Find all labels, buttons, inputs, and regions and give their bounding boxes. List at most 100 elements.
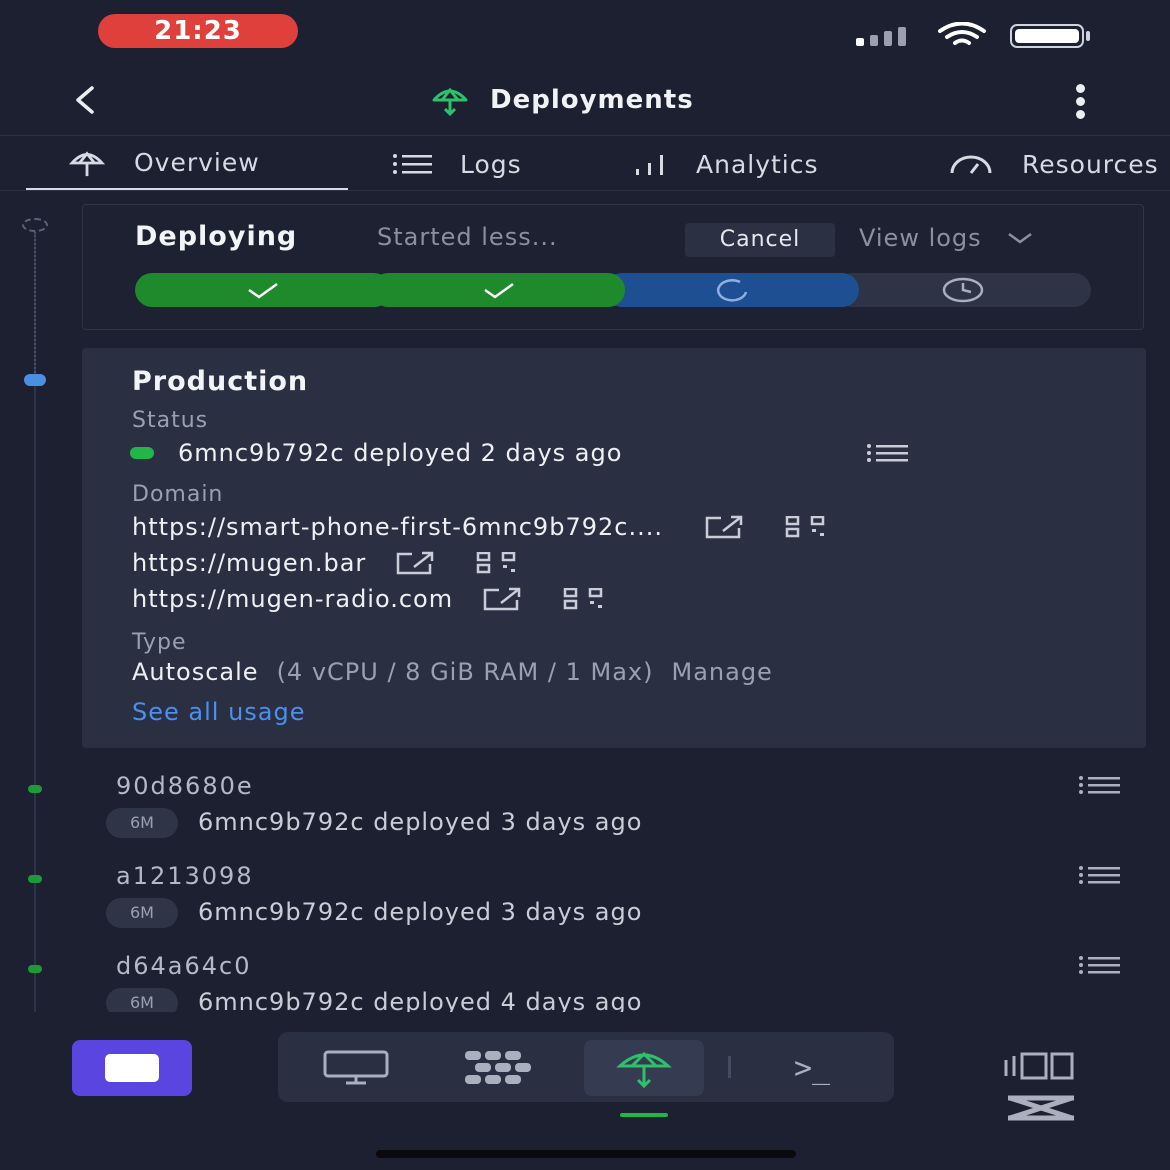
signal-icon: [856, 26, 916, 46]
status-row: 6mnc9b792c deployed 2 days ago: [130, 438, 622, 468]
view-logs-label: View logs: [859, 224, 982, 252]
window-icon: [105, 1054, 159, 1082]
timeline-pending-node: [22, 218, 48, 232]
logs-list-icon[interactable]: [1078, 776, 1120, 794]
status-label: Status: [132, 408, 209, 433]
deployment-text: 6mnc9b792c deployed 3 days ago: [198, 808, 643, 836]
progress-step-complete: [371, 273, 625, 307]
status-dot: [130, 447, 154, 459]
external-link-icon[interactable]: [394, 550, 436, 576]
qr-code-icon[interactable]: [476, 552, 518, 574]
bar-chart-icon: [636, 155, 663, 175]
spinner-icon: [716, 279, 748, 302]
domain-row: https://smart-phone-first-6mnc9b792c....: [132, 512, 827, 542]
tab-logs-label: Logs: [460, 149, 522, 179]
nav-separator: [728, 1056, 731, 1078]
timeline-current-node: [24, 374, 46, 386]
deploy-icon: [616, 1051, 672, 1088]
list-icon: [393, 154, 432, 174]
gauge-icon: [950, 155, 992, 174]
domain-link[interactable]: https://mugen.bar: [132, 549, 366, 577]
status-time: 21:23: [98, 14, 298, 48]
logs-list-icon[interactable]: [1078, 956, 1120, 974]
domain-link[interactable]: https://mugen-radio.com: [132, 585, 453, 613]
deploying-title: Deploying: [135, 221, 298, 252]
chevron-down-icon: [1007, 232, 1032, 244]
domain-row: https://mugen-radio.com: [132, 584, 605, 614]
panel-toggle-icon[interactable]: [1000, 1050, 1080, 1126]
production-card: Production Status 6mnc9b792c deployed 2 …: [82, 348, 1146, 748]
tab-resources[interactable]: Resources: [948, 137, 1159, 190]
battery-icon: [1010, 24, 1084, 48]
cancel-button[interactable]: Cancel: [685, 223, 835, 257]
deployment-history-row[interactable]: a1213098 6M 6mnc9b792c deployed 3 days a…: [82, 862, 1146, 942]
domain-label: Domain: [132, 482, 224, 507]
status-text: 6mnc9b792c deployed 2 days ago: [178, 439, 623, 467]
check-icon: [484, 282, 514, 299]
grid-icon: [465, 1051, 531, 1084]
see-all-usage-link[interactable]: See all usage: [132, 698, 306, 726]
domain-link[interactable]: https://smart-phone-first-6mnc9b792c....: [132, 513, 663, 541]
view-logs-button[interactable]: View logs: [859, 221, 1034, 255]
timeline-pending-segment: [34, 232, 36, 377]
author-badge: 6M: [106, 808, 178, 838]
logs-list-icon[interactable]: [1078, 866, 1120, 884]
workspace-button[interactable]: [72, 1040, 192, 1096]
more-options-button[interactable]: [1066, 84, 1094, 120]
tab-resources-label: Resources: [1022, 149, 1159, 179]
back-button[interactable]: [66, 78, 106, 122]
qr-code-icon[interactable]: [785, 516, 827, 538]
nav-shell[interactable]: >_: [752, 1040, 872, 1096]
status-bar: 21:23: [0, 0, 1170, 60]
domain-row: https://mugen.bar: [132, 548, 518, 578]
tab-analytics-label: Analytics: [696, 149, 819, 179]
desktop-icon: [323, 1050, 389, 1085]
tab-overview-label: Overview: [134, 148, 260, 177]
type-spec: (4 vCPU / 8 GiB RAM / 1 Max): [276, 658, 654, 686]
deployment-history-row[interactable]: 90d8680e 6M 6mnc9b792c deployed 3 days a…: [82, 772, 1146, 852]
deploying-card: Deploying Started less... Cancel View lo…: [82, 204, 1144, 330]
tab-bar: Overview Logs Analytics Resources: [0, 137, 1170, 191]
external-link-icon[interactable]: [481, 586, 523, 612]
production-title: Production: [132, 366, 309, 397]
deploy-progress: [135, 273, 1091, 307]
nav-spaces[interactable]: [440, 1040, 560, 1096]
page-title-text: Deployments: [490, 85, 694, 115]
type-value: Autoscale: [132, 658, 259, 686]
deployment-hash: 90d8680e: [116, 772, 254, 800]
type-label: Type: [132, 630, 187, 655]
tab-logs[interactable]: Logs: [392, 137, 522, 190]
nav-webview[interactable]: [296, 1040, 416, 1096]
timeline-node: [28, 875, 42, 883]
terminal-icon: >_: [793, 1050, 831, 1086]
tab-overview[interactable]: Overview: [26, 137, 348, 190]
check-icon: [248, 282, 278, 299]
app-header: Deployments: [0, 62, 1170, 136]
qr-code-icon[interactable]: [563, 588, 605, 610]
battery-tip: [1086, 31, 1090, 41]
nav-deployments[interactable]: [584, 1040, 704, 1096]
wifi-icon: [938, 22, 986, 45]
deployment-hash: d64a64c0: [116, 952, 252, 980]
clock-icon: [942, 277, 984, 303]
logs-list-icon[interactable]: [866, 444, 908, 462]
manage-link[interactable]: Manage: [671, 658, 772, 686]
home-indicator: [376, 1150, 796, 1158]
progress-step-complete: [135, 273, 391, 307]
deploy-icon: [432, 87, 468, 116]
tab-analytics[interactable]: Analytics: [634, 137, 819, 190]
deploy-icon: [68, 150, 106, 176]
deployment-text: 6mnc9b792c deployed 3 days ago: [198, 898, 643, 926]
external-link-icon[interactable]: [703, 514, 745, 540]
deploying-subtitle: Started less...: [377, 223, 558, 251]
bottom-nav: >_: [278, 1032, 894, 1102]
author-badge: 6M: [106, 898, 178, 928]
deployment-hash: a1213098: [116, 862, 254, 890]
timeline-node: [28, 785, 42, 793]
progress-step-in-progress: [605, 273, 859, 307]
active-nav-indicator: [620, 1113, 668, 1117]
type-row: Autoscale (4 vCPU / 8 GiB RAM / 1 Max) Man…: [132, 658, 773, 686]
timeline-node: [28, 965, 42, 973]
page-title: Deployments: [430, 80, 694, 120]
progress-step-pending: [835, 273, 1091, 307]
